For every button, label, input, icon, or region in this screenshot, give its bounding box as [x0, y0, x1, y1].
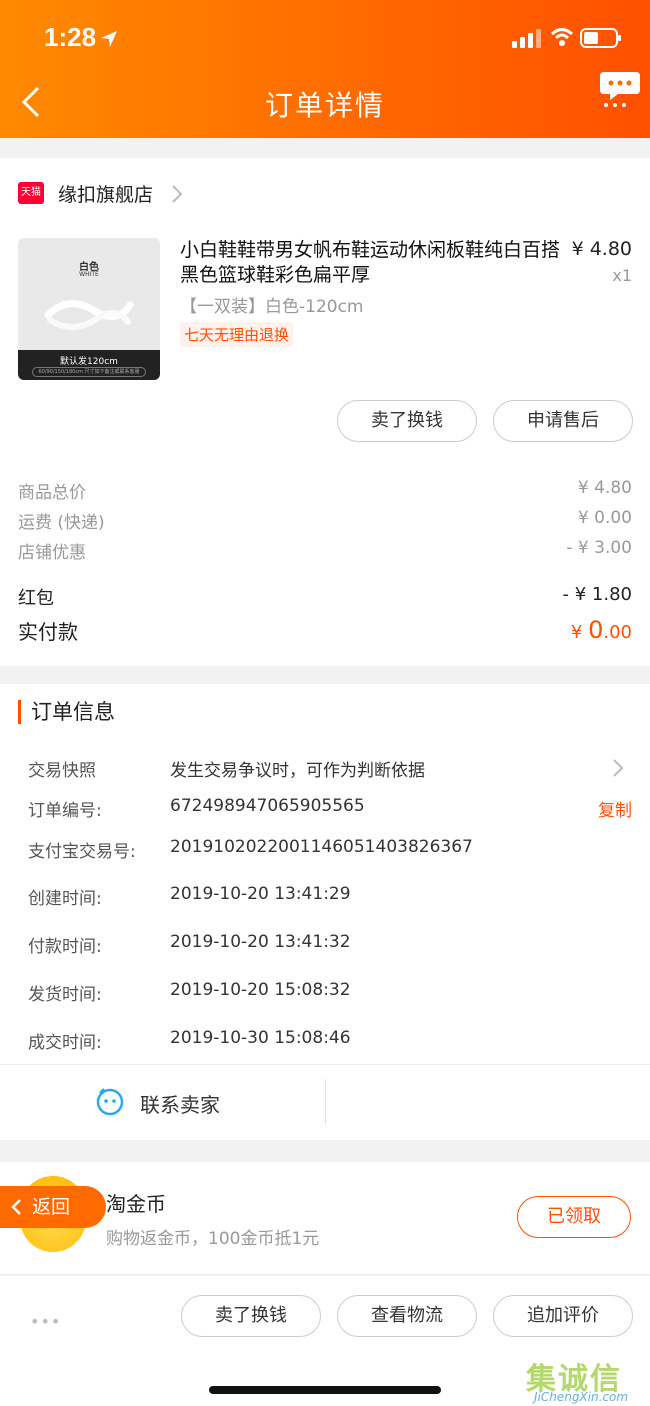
- paid-decimal: .00: [603, 622, 632, 643]
- coin-subtitle: 购物返金币，100金币抵1元: [106, 1229, 320, 1249]
- goods-total-value: ¥ 4.80: [577, 478, 632, 498]
- divider: [325, 1079, 326, 1125]
- contact-seller-label: 联系卖家: [140, 1093, 220, 1117]
- paid-time-row: 付款时间: 2019-10-20 13:41:32: [28, 932, 632, 960]
- chat-smile-icon: [96, 1088, 124, 1116]
- watermark-en: JiChengXin.com: [534, 1390, 629, 1404]
- order-number-row: 订单编号: 672498947065905565 复制: [28, 796, 632, 824]
- order-number-value: 672498947065905565: [170, 796, 365, 816]
- copy-button[interactable]: 复制: [598, 796, 632, 821]
- status-time: 1:28: [44, 22, 97, 52]
- shipping-value: ¥ 0.00: [577, 508, 632, 528]
- floating-back-button[interactable]: 返回: [0, 1186, 106, 1228]
- alipay-trade-row: 支付宝交易号: 2019102022001146051403826367: [28, 837, 632, 865]
- created-time-row: 创建时间: 2019-10-20 13:41:29: [28, 884, 632, 912]
- contact-seller-button[interactable]: 联系卖家: [0, 1065, 325, 1141]
- location-arrow-icon: [101, 31, 117, 47]
- sell-for-cash-button[interactable]: 卖了换钱: [337, 400, 477, 442]
- wifi-icon: [550, 28, 574, 46]
- signal-icon: [512, 29, 541, 48]
- shop-discount-row: 店铺优惠 - ¥ 3.00: [18, 538, 632, 566]
- completed-label: 成交时间:: [28, 1033, 102, 1053]
- shipping-row: 运费 (快递) ¥ 0.00: [18, 508, 632, 536]
- created-label: 创建时间:: [28, 889, 102, 909]
- shipped-time-row: 发货时间: 2019-10-20 15:08:32: [28, 980, 632, 1008]
- view-logistics-button[interactable]: 查看物流: [337, 1295, 477, 1337]
- paid-currency: ¥: [570, 622, 589, 643]
- actual-paid-label: 实付款: [18, 620, 78, 644]
- goods-total-label: 商品总价: [18, 483, 86, 503]
- trade-snapshot-row[interactable]: 交易快照 发生交易争议时，可作为判断依据: [28, 756, 632, 784]
- snapshot-value: 发生交易争议时，可作为判断依据: [170, 761, 425, 781]
- completed-time-row: 成交时间: 2019-10-30 15:08:46: [28, 1028, 632, 1056]
- red-packet-label: 红包: [18, 588, 54, 609]
- add-review-button[interactable]: 追加评价: [493, 1295, 633, 1337]
- floating-back-label: 返回: [32, 1196, 71, 1218]
- product-image-caption: 默认发120cm: [60, 357, 118, 367]
- shop-discount-label: 店铺优惠: [18, 543, 86, 563]
- shipped-label: 发货时间:: [28, 985, 102, 1005]
- shoelace-image: [44, 300, 134, 330]
- snapshot-label: 交易快照: [28, 761, 96, 781]
- actual-paid-value: ¥ 0.00: [571, 616, 632, 644]
- product-image-banner: 默认发120cm 60/90/150/180cm 尺寸如下备注或联系客服: [18, 350, 160, 380]
- status-bar: 1:28: [0, 22, 650, 58]
- shop-discount-value: - ¥ 3.00: [566, 538, 632, 558]
- product-image[interactable]: 白色 WHITE 默认发120cm 60/90/150/180cm 尺寸如下备注…: [18, 238, 160, 380]
- completed-value: 2019-10-30 15:08:46: [170, 1028, 351, 1048]
- home-indicator[interactable]: [209, 1386, 441, 1394]
- order-info-title: 订单信息: [18, 700, 115, 724]
- tmall-icon: 天猫: [18, 182, 44, 204]
- message-menu-icon[interactable]: [598, 68, 642, 108]
- watermark-logo: 集诚信 JiChengXin.com: [526, 1354, 646, 1404]
- alipay-value: 2019102022001146051403826367: [170, 837, 473, 857]
- chevron-right-icon: [613, 759, 624, 777]
- goods-total-row: 商品总价 ¥ 4.80: [18, 478, 632, 506]
- after-sale-button[interactable]: 申请售后: [493, 400, 633, 442]
- alipay-label: 支付宝交易号:: [28, 842, 136, 862]
- contact-bar: 联系卖家: [0, 1064, 650, 1140]
- order-info-card: 订单信息 交易快照 发生交易争议时，可作为判断依据 订单编号: 67249894…: [0, 684, 650, 1140]
- order-item-card: 天猫 缘扣旗舰店 白色 WHITE 默认发120cm 60/90/150/180…: [0, 158, 650, 666]
- chevron-left-icon: [11, 1199, 21, 1215]
- product-image-subtitle: WHITE: [79, 271, 99, 278]
- product-spec: 【一双装】白色-120cm: [180, 297, 364, 317]
- product-quantity: x1: [612, 266, 632, 285]
- actual-paid-row: 实付款 ¥ 0.00: [18, 616, 632, 650]
- coin-title: 淘金币: [106, 1192, 166, 1216]
- paid-integer: 0: [588, 616, 604, 644]
- product-price: ¥ 4.80: [571, 238, 632, 260]
- chevron-right-icon: [172, 185, 183, 203]
- red-packet-value: - ¥ 1.80: [562, 584, 632, 605]
- product-title[interactable]: 小白鞋鞋带男女帆布鞋运动休闲板鞋纯白百搭黑色篮球鞋彩色扁平厚: [180, 238, 560, 288]
- shipped-value: 2019-10-20 15:08:32: [170, 980, 351, 1000]
- page-title: 订单详情: [264, 89, 385, 122]
- nav-header: 1:28 订单详情: [0, 0, 650, 138]
- paid-time-label: 付款时间:: [28, 937, 102, 957]
- order-number-label: 订单编号:: [28, 801, 102, 821]
- claimed-button[interactable]: 已领取: [517, 1196, 631, 1238]
- return-policy-badge: 七天无理由退换: [180, 322, 294, 347]
- more-icon[interactable]: •••: [30, 1312, 61, 1331]
- shipping-label: 运费 (快递): [18, 513, 105, 533]
- created-value: 2019-10-20 13:41:29: [170, 884, 351, 904]
- red-packet-row: 红包 - ¥ 1.80: [18, 584, 632, 612]
- shop-name: 缘扣旗舰店: [58, 184, 154, 206]
- bottom-sell-button[interactable]: 卖了换钱: [181, 1295, 321, 1337]
- paid-time-value: 2019-10-20 13:41:32: [170, 932, 351, 952]
- product-image-note: 60/90/150/180cm 尺寸如下备注或联系客服: [32, 367, 146, 377]
- battery-icon: [580, 28, 621, 48]
- bottom-action-bar: ••• 卖了换钱 查看物流 追加评价 集诚信 JiChengXin.com: [0, 1276, 650, 1406]
